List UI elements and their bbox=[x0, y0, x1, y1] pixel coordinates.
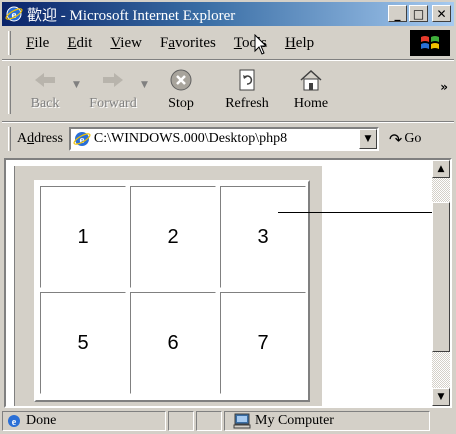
mouse-cursor-icon bbox=[254, 33, 268, 61]
stop-button[interactable]: Stop bbox=[153, 66, 209, 112]
standard-toolbar: Back ▼ Forward ▼ Stop Refresh Home » bbox=[2, 62, 454, 120]
zone-pane: My Computer bbox=[224, 411, 430, 431]
zone-text: My Computer bbox=[255, 413, 334, 428]
table-cell: 5 bbox=[40, 292, 126, 394]
browser-window: e 歡迎 - Microsoft Internet Explorer _ □ ✕… bbox=[0, 0, 456, 434]
table-cell: 3 bbox=[220, 186, 306, 288]
address-grip[interactable] bbox=[8, 127, 11, 151]
maximize-button[interactable]: □ bbox=[409, 5, 428, 22]
forward-button[interactable]: Forward bbox=[85, 66, 141, 112]
status-bar: e Done My Computer bbox=[2, 410, 454, 432]
grid-table: 1 2 3 5 6 7 bbox=[34, 180, 310, 402]
toolbar-separator bbox=[2, 121, 454, 123]
address-value: C:\WINDOWS.000\Desktop\php8 bbox=[93, 131, 288, 146]
forward-dropdown-icon[interactable]: ▼ bbox=[141, 80, 153, 90]
close-icon: ✕ bbox=[436, 6, 447, 21]
menu-edit[interactable]: Edit bbox=[58, 35, 101, 52]
page-content: 1 2 3 5 6 7 bbox=[6, 160, 438, 406]
status-pane bbox=[168, 411, 194, 431]
menu-tools[interactable]: Tools bbox=[225, 35, 276, 52]
menu-grip[interactable] bbox=[8, 31, 11, 55]
vertical-scrollbar[interactable]: ▲ ▼ bbox=[432, 160, 450, 406]
status-text-pane: e Done bbox=[2, 411, 166, 431]
status-pane bbox=[196, 411, 222, 431]
page-icon: e bbox=[73, 130, 91, 148]
scroll-down-icon[interactable]: ▼ bbox=[432, 388, 450, 406]
refresh-button[interactable]: Refresh bbox=[219, 66, 275, 112]
computer-icon bbox=[233, 413, 251, 429]
window-title: 歡迎 - Microsoft Internet Explorer bbox=[27, 7, 236, 24]
forward-arrow-icon bbox=[99, 66, 127, 94]
minimize-button[interactable]: _ bbox=[388, 5, 407, 22]
minimize-icon: _ bbox=[394, 6, 401, 21]
home-icon bbox=[297, 66, 325, 94]
page-viewport: 1 2 3 5 6 7 ▲ ▼ bbox=[4, 158, 452, 408]
table-cell: 2 bbox=[130, 186, 216, 288]
table-cell: 7 bbox=[220, 292, 306, 394]
address-dropdown-icon[interactable]: ▼ bbox=[358, 129, 377, 149]
home-button[interactable]: Home bbox=[283, 66, 339, 112]
svg-text:e: e bbox=[12, 417, 17, 428]
title-bar[interactable]: e 歡迎 - Microsoft Internet Explorer _ □ ✕ bbox=[2, 2, 454, 26]
toolbar-more-icon[interactable]: » bbox=[440, 80, 448, 94]
status-text: Done bbox=[26, 413, 57, 428]
table-cell: 6 bbox=[130, 292, 216, 394]
back-arrow-icon bbox=[31, 66, 59, 94]
go-arrow-icon: ↷ bbox=[388, 129, 403, 149]
refresh-icon bbox=[233, 66, 261, 94]
table-cell: 1 bbox=[40, 186, 126, 288]
go-button[interactable]: ↷ Go bbox=[389, 130, 422, 149]
status-page-icon: e bbox=[6, 413, 22, 429]
close-button[interactable]: ✕ bbox=[432, 5, 451, 22]
address-input[interactable]: e C:\WINDOWS.000\Desktop\php8 ▼ bbox=[68, 127, 379, 151]
menu-help[interactable]: Help bbox=[276, 35, 323, 52]
menu-favorites[interactable]: Favorites bbox=[151, 35, 225, 52]
scroll-up-icon[interactable]: ▲ bbox=[432, 160, 450, 178]
scroll-thumb[interactable] bbox=[432, 202, 450, 352]
address-label: Address bbox=[17, 131, 63, 146]
stop-icon bbox=[167, 66, 195, 94]
toolbar-grip[interactable] bbox=[8, 66, 11, 114]
menu-file[interactable]: File bbox=[17, 35, 58, 52]
maximize-icon: □ bbox=[412, 6, 425, 21]
address-bar: Address e C:\WINDOWS.000\Desktop\php8 ▼ … bbox=[2, 124, 454, 154]
ie-logo-icon: e bbox=[5, 5, 23, 23]
menu-separator bbox=[2, 59, 454, 61]
horizontal-rule bbox=[278, 212, 438, 213]
windows-logo-icon bbox=[410, 30, 450, 56]
back-button[interactable]: Back bbox=[17, 66, 73, 112]
menu-bar: File Edit View Favorites Tools Help bbox=[2, 28, 454, 58]
menu-view[interactable]: View bbox=[101, 35, 151, 52]
back-dropdown-icon[interactable]: ▼ bbox=[73, 80, 85, 90]
